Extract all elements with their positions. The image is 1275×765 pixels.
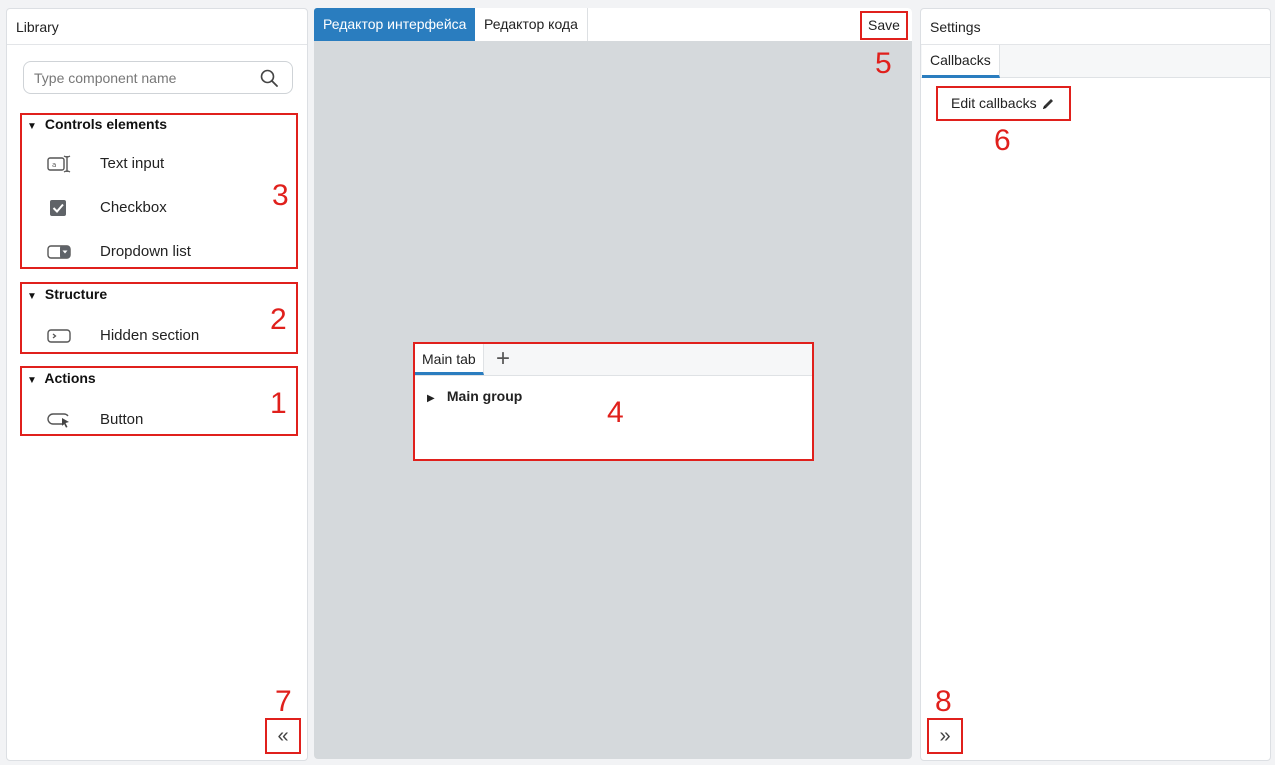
group-structure: ▼ Structure Hidden section bbox=[20, 282, 298, 354]
triangle-down-icon: ▼ bbox=[27, 291, 37, 302]
form-canvas: Main tab + ▶ Main group 4 bbox=[413, 342, 814, 461]
library-panel: Library ▼ Controls elements a Text input bbox=[6, 8, 308, 761]
search-icon[interactable] bbox=[260, 69, 278, 87]
group-header-actions[interactable]: ▼ Actions bbox=[27, 369, 96, 387]
main-group-row[interactable]: ▶ Main group bbox=[427, 388, 522, 404]
callout-4: 4 bbox=[607, 396, 624, 429]
editor-panel: Редактор интерфейса Редактор кода Save 5… bbox=[314, 8, 912, 759]
library-title: Library bbox=[7, 9, 307, 45]
triangle-right-icon: ▶ bbox=[427, 393, 435, 404]
group-label: Structure bbox=[44, 286, 108, 302]
callout-5: 5 bbox=[875, 47, 892, 80]
group-label: Controls elements bbox=[44, 116, 168, 132]
tab-interface-editor[interactable]: Редактор интерфейса bbox=[314, 8, 476, 41]
tab-callbacks[interactable]: Callbacks bbox=[922, 45, 1000, 78]
tab-main[interactable]: Main tab bbox=[415, 344, 484, 375]
expand-settings-button[interactable]: » bbox=[927, 718, 963, 754]
group-header-controls[interactable]: ▼ Controls elements bbox=[27, 115, 167, 133]
edit-callbacks-button[interactable]: Edit callbacks bbox=[936, 86, 1071, 121]
form-tabbar: Main tab + bbox=[415, 344, 812, 376]
component-search-input[interactable] bbox=[34, 62, 254, 93]
editor-tabbar: Редактор интерфейса Редактор кода Save bbox=[314, 8, 912, 41]
callout-2: 2 bbox=[270, 303, 287, 336]
callout-6: 6 bbox=[994, 124, 1011, 157]
checkbox-icon bbox=[50, 200, 66, 216]
callout-8: 8 bbox=[935, 685, 952, 718]
library-item-label: Text input bbox=[100, 155, 165, 172]
callout-3: 3 bbox=[272, 179, 289, 212]
add-tab-icon[interactable]: + bbox=[491, 347, 515, 371]
svg-text:a: a bbox=[52, 161, 56, 169]
library-item-label: Hidden section bbox=[100, 327, 200, 344]
save-button[interactable]: Save bbox=[860, 11, 908, 40]
settings-title: Settings bbox=[921, 9, 1270, 45]
group-label: Actions bbox=[44, 370, 96, 386]
button-icon bbox=[47, 413, 69, 428]
tab-code-editor[interactable]: Редактор кода bbox=[475, 8, 588, 41]
callout-7: 7 bbox=[275, 685, 292, 718]
group-header-structure[interactable]: ▼ Structure bbox=[27, 285, 107, 303]
double-chevron-right-icon: » bbox=[939, 724, 951, 747]
triangle-down-icon: ▼ bbox=[27, 375, 37, 386]
pencil-icon bbox=[1043, 99, 1053, 109]
settings-tabbar: Callbacks bbox=[921, 45, 1270, 78]
group-controls-elements: ▼ Controls elements a Text input Checkbo… bbox=[20, 113, 298, 269]
dropdown-list-icon bbox=[47, 245, 71, 259]
component-search[interactable] bbox=[23, 61, 293, 94]
library-item-label: Checkbox bbox=[100, 199, 167, 216]
library-item-label: Dropdown list bbox=[100, 243, 191, 260]
triangle-down-icon: ▼ bbox=[27, 121, 37, 132]
main-group-label: Main group bbox=[446, 388, 523, 404]
callout-1: 1 bbox=[270, 387, 287, 420]
library-item-label: Button bbox=[100, 411, 144, 428]
double-chevron-left-icon: « bbox=[277, 724, 289, 747]
hidden-section-icon bbox=[47, 329, 71, 343]
collapse-library-button[interactable]: « bbox=[265, 718, 301, 754]
group-actions: ▼ Actions Button bbox=[20, 366, 298, 436]
settings-panel: Settings Callbacks Edit callbacks 6 8 » bbox=[920, 8, 1271, 761]
text-input-icon: a bbox=[47, 155, 71, 173]
edit-callbacks-label: Edit callbacks bbox=[951, 95, 1037, 111]
